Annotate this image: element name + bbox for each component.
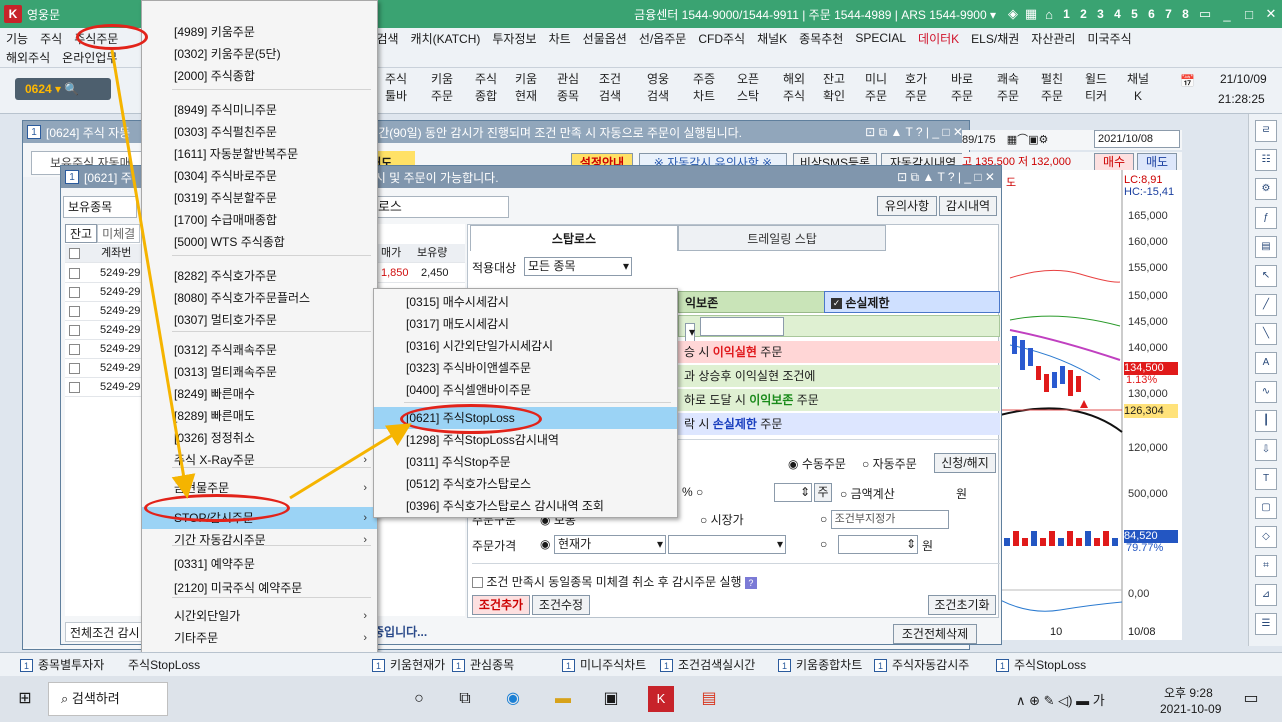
arrow-to-stoploss [289, 423, 412, 500]
arrow-to-stop [110, 49, 196, 499]
annotation-arrows [110, 49, 412, 500]
